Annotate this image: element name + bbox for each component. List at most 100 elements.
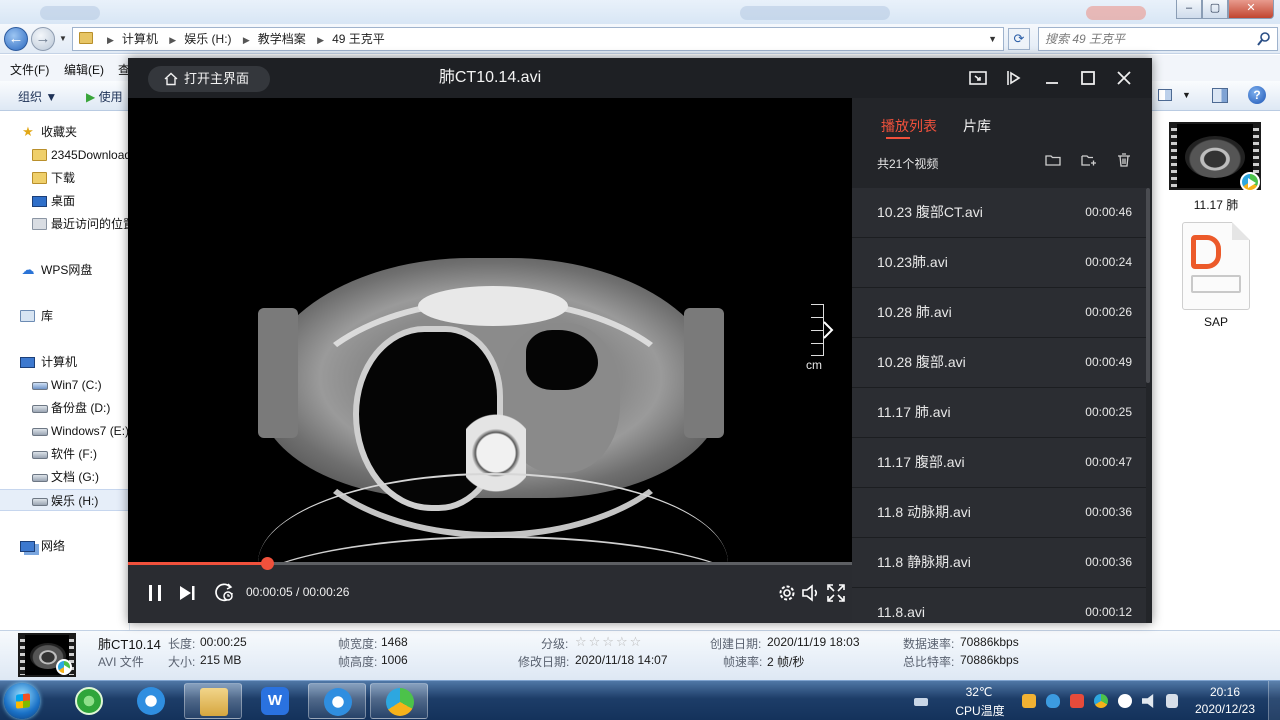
menu-edit[interactable]: 编辑(E)	[64, 61, 104, 78]
nav-item-downloads2345[interactable]: 2345Downloads	[0, 144, 129, 166]
chevron-right-icon[interactable]	[818, 318, 838, 342]
fullscreen-icon[interactable]	[825, 582, 847, 604]
playlist-item[interactable]: 11.17 腹部.avi 00:00:47	[852, 438, 1146, 488]
close-button[interactable]: ✕	[1228, 0, 1274, 19]
taskbar-app-ie[interactable]	[122, 683, 180, 719]
network-tray-icon[interactable]	[1118, 694, 1132, 708]
pin-on-top-icon[interactable]	[1004, 68, 1024, 88]
nav-wps-cloud[interactable]: ☁ WPS网盘	[0, 259, 129, 281]
home-icon	[164, 72, 178, 86]
tab-library[interactable]: 片库	[963, 116, 991, 136]
video-player-icon[interactable]	[1094, 694, 1108, 708]
nav-item-downloads[interactable]: 下载	[0, 167, 129, 189]
recent-places-icon	[32, 218, 47, 230]
tab-playlist[interactable]: 播放列表	[881, 116, 937, 136]
video-canvas[interactable]: cm	[128, 98, 852, 562]
file-item[interactable]: 11.17 肺	[1152, 112, 1280, 217]
playlist-item[interactable]: 11.17 肺.avi 00:00:25	[852, 388, 1146, 438]
playlist-item[interactable]: 10.28 肺.avi 00:00:26	[852, 288, 1146, 338]
trash-icon[interactable]	[1116, 152, 1132, 168]
loop-timer-icon[interactable]	[214, 582, 236, 604]
settings-gear-icon[interactable]	[776, 582, 798, 604]
nav-drive-h[interactable]: 娱乐 (H:)	[0, 489, 129, 511]
breadcrumb-item[interactable]: 49 王克平	[332, 32, 385, 46]
taskbar-app-explorer[interactable]	[184, 683, 242, 719]
minimize-button[interactable]: –	[1176, 0, 1202, 19]
taskbar-app-player[interactable]	[370, 683, 428, 719]
taskbar-app-360[interactable]	[60, 683, 118, 719]
nav-drive-g[interactable]: 文档 (G:)	[0, 466, 129, 488]
shield-icon[interactable]	[1046, 694, 1060, 708]
rating-stars[interactable]: ☆☆☆☆☆	[575, 634, 643, 650]
nav-item-desktop[interactable]: 桌面	[0, 190, 129, 212]
open-folder-icon[interactable]	[1045, 152, 1061, 168]
nav-computer[interactable]: 计算机	[0, 351, 129, 373]
wps-icon: W	[261, 687, 289, 715]
maximize-icon[interactable]	[1078, 68, 1098, 88]
minimize-icon[interactable]	[1042, 68, 1062, 88]
playlist-item[interactable]: 11.8.avi 00:00:12	[852, 588, 1146, 623]
maximize-button[interactable]: ▢	[1202, 0, 1228, 19]
lock-icon[interactable]	[1022, 694, 1036, 708]
next-track-icon[interactable]	[176, 582, 198, 604]
playlist-item[interactable]: 11.8 动脉期.avi 00:00:36	[852, 488, 1146, 538]
back-button[interactable]: ←	[4, 27, 28, 51]
breadcrumb-item[interactable]: 娱乐 (H:)	[184, 32, 231, 46]
organize-button[interactable]: 组织 ▼	[18, 88, 57, 105]
nav-network[interactable]: 网络	[0, 535, 129, 557]
detail-frame-width: 1468	[381, 635, 408, 649]
display-icon[interactable]	[1166, 694, 1178, 708]
chevron-down-icon[interactable]: ▼	[988, 28, 997, 50]
volume-icon[interactable]	[1142, 694, 1154, 708]
views-icon[interactable]	[1158, 89, 1172, 101]
address-field[interactable]: ▶ 计算机 ▶ 娱乐 (H:) ▶ 教学档案 ▶ 49 王克平 ▼	[72, 27, 1004, 51]
nav-library[interactable]: 库	[0, 305, 129, 327]
progress-handle[interactable]	[261, 557, 274, 570]
playlist-item[interactable]: 11.8 静脉期.avi 00:00:36	[852, 538, 1146, 588]
detail-framerate: 2 帧/秒	[767, 655, 805, 669]
detail-modified: 2020/11/18 14:07	[575, 653, 668, 667]
mini-mode-icon[interactable]	[968, 68, 988, 88]
breadcrumb: ▶ 计算机 ▶ 娱乐 (H:) ▶ 教学档案 ▶ 49 王克平	[107, 32, 385, 46]
show-desktop-button[interactable]	[1268, 681, 1280, 720]
nav-favorites[interactable]: ★ 收藏夹	[0, 121, 129, 143]
playback-controls: 00:00:05 / 00:00:26	[128, 557, 852, 623]
add-file-icon[interactable]	[1081, 152, 1097, 168]
file-item[interactable]: SAP	[1152, 217, 1280, 337]
nav-drive-e[interactable]: Windows7 (E:)	[0, 420, 129, 442]
keyboard-icon[interactable]	[914, 698, 928, 706]
browser-360-icon	[75, 687, 103, 715]
history-dropdown[interactable]: ▼	[59, 34, 67, 43]
refresh-button[interactable]: ⟳	[1008, 28, 1030, 50]
nav-drive-c[interactable]: Win7 (C:)	[0, 374, 129, 396]
forward-button[interactable]: →	[31, 27, 55, 51]
taskbar-app-wps[interactable]: W	[246, 683, 304, 719]
nav-drive-d[interactable]: 备份盘 (D:)	[0, 397, 129, 419]
clock-date[interactable]: 2020/12/23	[1190, 702, 1260, 716]
playlist-scrollbar[interactable]	[1146, 188, 1150, 383]
search-icon[interactable]	[1257, 31, 1271, 47]
help-icon[interactable]: ?	[1248, 86, 1266, 104]
preview-pane-icon[interactable]	[1212, 88, 1228, 103]
taskbar-app-ie-window[interactable]	[308, 683, 366, 719]
playlist: 10.23 腹部CT.avi 00:00:46 10.23肺.avi 00:00:2…	[852, 188, 1152, 623]
close-icon[interactable]	[1114, 68, 1134, 88]
pause-icon[interactable]	[144, 582, 166, 604]
tray-app-icon[interactable]	[1070, 694, 1084, 708]
nav-item-recent[interactable]: 最近访问的位置	[0, 213, 129, 235]
volume-icon[interactable]	[800, 582, 822, 604]
breadcrumb-item[interactable]: 计算机	[122, 32, 158, 46]
playlist-item[interactable]: 10.28 腹部.avi 00:00:49	[852, 338, 1146, 388]
breadcrumb-item[interactable]: 教学档案	[258, 32, 306, 46]
open-main-button[interactable]: 打开主界面	[148, 66, 270, 92]
menu-file[interactable]: 文件(F)	[10, 61, 49, 78]
clock-time[interactable]: 20:16	[1190, 685, 1260, 699]
playlist-item[interactable]: 10.23肺.avi 00:00:24	[852, 238, 1146, 288]
progress-bar[interactable]	[128, 557, 852, 570]
chevron-down-icon[interactable]: ▼	[1182, 90, 1191, 100]
search-input[interactable]	[1045, 30, 1245, 48]
nav-drive-f[interactable]: 软件 (F:)	[0, 443, 129, 465]
use-button[interactable]: ▶ 使用	[86, 88, 123, 105]
playlist-item[interactable]: 10.23 腹部CT.avi 00:00:46	[852, 188, 1146, 238]
start-button[interactable]	[4, 683, 40, 719]
